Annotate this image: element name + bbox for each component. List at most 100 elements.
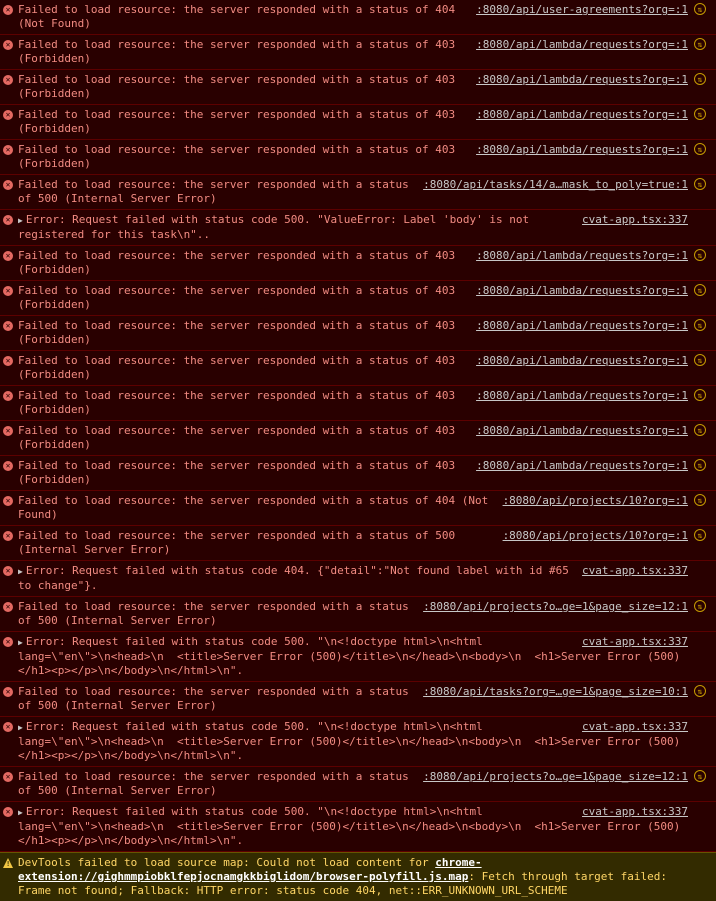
error-icon: ✕ [3, 286, 13, 296]
console-message-text: Failed to load resource: the server resp… [18, 389, 462, 416]
console-message-text: Failed to load resource: the server resp… [18, 143, 462, 170]
source-link[interactable]: :8080/api/lambda/requests?org=:1 [472, 284, 688, 298]
console-error-row: ✕ Failed to load resource: the server res… [0, 421, 716, 456]
console-error-row: ✕ Failed to load resource: the server res… [0, 281, 716, 316]
error-icon: ✕ [3, 40, 13, 50]
console-error-object-row[interactable]: ✕ ▶ Error: Request failed with status code… [0, 802, 716, 852]
error-icon: ✕ [3, 110, 13, 120]
console-message-text: Failed to load resource: the server resp… [18, 319, 462, 346]
error-icon: ✕ [3, 531, 13, 541]
source-link[interactable]: :8080/api/lambda/requests?org=:1 [472, 143, 688, 157]
warning-message: DevTools failed to load source map: Coul… [18, 856, 688, 898]
network-request-icon[interactable]: ⇅ [694, 38, 706, 50]
error-icon: ✕ [3, 391, 13, 401]
console-message-text: Failed to load resource: the server resp… [18, 424, 462, 451]
network-request-icon[interactable]: ⇅ [694, 529, 706, 541]
console-message-text: Error: Request failed with status code 4… [18, 564, 576, 592]
source-link[interactable]: :8080/api/lambda/requests?org=:1 [472, 73, 688, 87]
source-link[interactable]: :8080/api/lambda/requests?org=:1 [472, 354, 688, 368]
source-link[interactable]: :8080/api/tasks?org=…ge=1&page_size=10:1 [419, 685, 688, 699]
console-message-text: Failed to load resource: the server resp… [18, 73, 462, 100]
console-error-row: ✕ Failed to load resource: the server res… [0, 175, 716, 210]
network-request-icon[interactable]: ⇅ [694, 600, 706, 612]
error-icon: ✕ [3, 807, 13, 817]
network-request-icon[interactable]: ⇅ [694, 319, 706, 331]
console-error-row: ✕ Failed to load resource: the server res… [0, 70, 716, 105]
console-message-text: Failed to load resource: the server resp… [18, 459, 462, 486]
console-message-text: Failed to load resource: the server resp… [18, 494, 495, 521]
console-error-object-row[interactable]: ✕ ▶ Error: Request failed with status code… [0, 561, 716, 597]
source-link[interactable]: :8080/api/lambda/requests?org=:1 [472, 459, 688, 473]
network-request-icon[interactable]: ⇅ [694, 354, 706, 366]
console-panel: ✕ Failed to load resource: the server res… [0, 0, 716, 901]
source-link[interactable]: cvat-app.tsx:337 [578, 213, 688, 227]
source-link[interactable]: :8080/api/user-agreements?org=:1 [472, 3, 688, 17]
console-message-text: Failed to load resource: the server resp… [18, 249, 462, 276]
error-icon: ✕ [3, 321, 13, 331]
console-message-text: Failed to load resource: the server resp… [18, 284, 462, 311]
error-icon: ✕ [3, 637, 13, 647]
console-error-row: ✕ Failed to load resource: the server res… [0, 246, 716, 281]
source-link[interactable]: cvat-app.tsx:337 [578, 564, 688, 578]
network-request-icon[interactable]: ⇅ [694, 770, 706, 782]
expand-triangle-icon[interactable]: ▶ [18, 565, 23, 579]
console-error-object-row[interactable]: ✕ ▶ Error: Request failed with status code… [0, 210, 716, 246]
console-error-row: ✕ Failed to load resource: the server res… [0, 491, 716, 526]
error-icon: ✕ [3, 602, 13, 612]
source-link[interactable]: :8080/api/projects/10?org=:1 [498, 529, 688, 543]
console-error-row: ✕ Failed to load resource: the server res… [0, 386, 716, 421]
console-error-row: ✕ Failed to load resource: the server res… [0, 105, 716, 140]
console-error-row: ✕ Failed to load resource: the server res… [0, 767, 716, 802]
network-request-icon[interactable]: ⇅ [694, 178, 706, 190]
network-request-icon[interactable]: ⇅ [694, 494, 706, 506]
source-link[interactable]: :8080/api/lambda/requests?org=:1 [472, 108, 688, 122]
console-error-object-row[interactable]: ✕ ▶ Error: Request failed with status code… [0, 632, 716, 682]
network-request-icon[interactable]: ⇅ [694, 143, 706, 155]
error-icon: ✕ [3, 722, 13, 732]
source-link[interactable]: :8080/api/projects?o…ge=1&page_size=12:1 [419, 770, 688, 784]
console-error-row: ✕ Failed to load resource: the server res… [0, 140, 716, 175]
console-message-text: Failed to load resource: the server resp… [18, 529, 462, 556]
network-request-icon[interactable]: ⇅ [694, 459, 706, 471]
console-error-row: ✕ Failed to load resource: the server res… [0, 682, 716, 717]
console-message-text: Failed to load resource: the server resp… [18, 770, 416, 797]
source-link[interactable]: cvat-app.tsx:337 [578, 635, 688, 649]
source-link[interactable]: :8080/api/lambda/requests?org=:1 [472, 249, 688, 263]
source-link[interactable]: :8080/api/lambda/requests?org=:1 [472, 424, 688, 438]
console-error-row: ✕ Failed to load resource: the server res… [0, 526, 716, 561]
network-request-icon[interactable]: ⇅ [694, 73, 706, 85]
source-link[interactable]: :8080/api/lambda/requests?org=:1 [472, 319, 688, 333]
console-message-text: Error: Request failed with status code 5… [18, 213, 536, 241]
source-link[interactable]: :8080/api/lambda/requests?org=:1 [472, 389, 688, 403]
error-icon: ✕ [3, 75, 13, 85]
network-request-icon[interactable]: ⇅ [694, 685, 706, 697]
network-request-icon[interactable]: ⇅ [694, 249, 706, 261]
console-message-text: Failed to load resource: the server resp… [18, 38, 462, 65]
network-request-icon[interactable]: ⇅ [694, 108, 706, 120]
network-request-icon[interactable]: ⇅ [694, 389, 706, 401]
network-request-icon[interactable]: ⇅ [694, 3, 706, 15]
network-request-icon[interactable]: ⇅ [694, 284, 706, 296]
warning-icon: ! [3, 858, 13, 868]
source-link[interactable]: :8080/api/projects?o…ge=1&page_size=12:1 [419, 600, 688, 614]
source-link[interactable]: cvat-app.tsx:337 [578, 805, 688, 819]
source-link[interactable]: :8080/api/projects/10?org=:1 [498, 494, 688, 508]
error-icon: ✕ [3, 496, 13, 506]
console-error-row: ✕ Failed to load resource: the server res… [0, 456, 716, 491]
error-icon: ✕ [3, 566, 13, 576]
console-error-row: ✕ Failed to load resource: the server res… [0, 351, 716, 386]
source-link[interactable]: :8080/api/lambda/requests?org=:1 [472, 38, 688, 52]
expand-triangle-icon[interactable]: ▶ [18, 214, 23, 228]
error-icon: ✕ [3, 251, 13, 261]
console-message-text: Failed to load resource: the server resp… [18, 600, 416, 627]
network-request-icon[interactable]: ⇅ [694, 424, 706, 436]
expand-triangle-icon[interactable]: ▶ [18, 636, 23, 650]
console-message-text: Failed to load resource: the server resp… [18, 3, 462, 30]
source-link[interactable]: cvat-app.tsx:337 [578, 720, 688, 734]
console-error-row: ✕ Failed to load resource: the server res… [0, 35, 716, 70]
console-error-object-row[interactable]: ✕ ▶ Error: Request failed with status code… [0, 717, 716, 767]
source-link[interactable]: :8080/api/tasks/14/a…mask_to_poly=true:1 [419, 178, 688, 192]
expand-triangle-icon[interactable]: ▶ [18, 806, 23, 820]
expand-triangle-icon[interactable]: ▶ [18, 721, 23, 735]
console-message-text: Failed to load resource: the server resp… [18, 685, 416, 712]
